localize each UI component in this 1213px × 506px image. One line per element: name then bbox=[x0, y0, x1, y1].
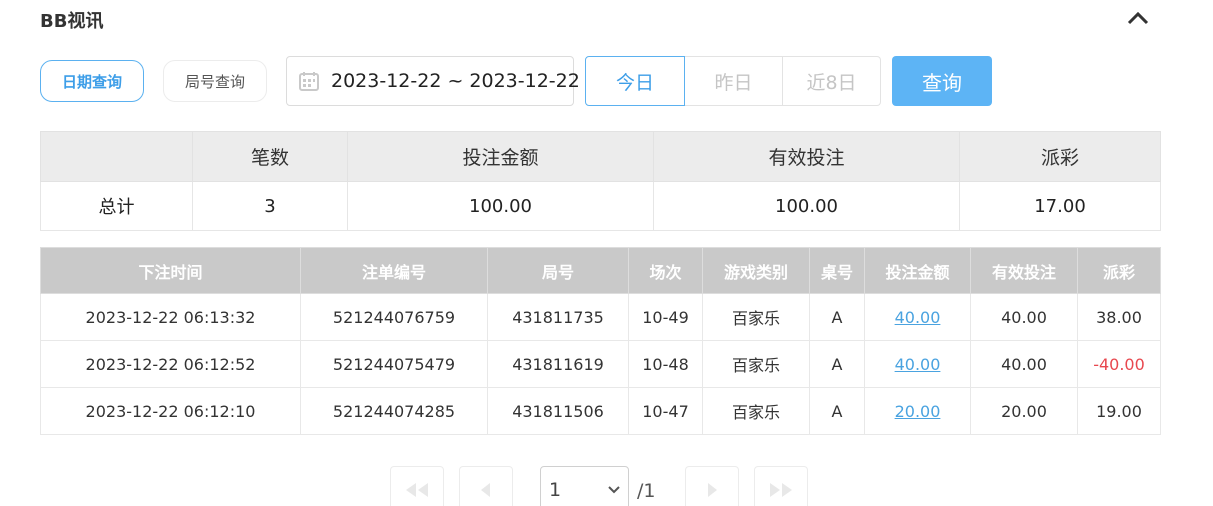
summary-valid: 100.00 bbox=[653, 181, 960, 231]
round-query-tab[interactable]: 局号查询 bbox=[163, 60, 267, 102]
page-select[interactable]: 1 bbox=[540, 466, 629, 506]
summary-header-blank bbox=[40, 131, 193, 182]
date-range-picker[interactable]: 2023-12-22 ~ 2023-12-22 bbox=[286, 56, 580, 106]
double-chevron-right-icon bbox=[770, 483, 792, 497]
chevron-left-icon bbox=[481, 483, 490, 497]
cell-time: 2023-12-22 06:13:32 bbox=[40, 293, 301, 341]
col-header-game: 游戏类别 bbox=[702, 247, 810, 294]
summary-count: 3 bbox=[192, 181, 348, 231]
cell-game: 百家乐 bbox=[702, 387, 810, 435]
last-page-button[interactable] bbox=[754, 466, 808, 506]
date-range-value: 2023-12-22 ~ 2023-12-22 bbox=[331, 70, 580, 92]
page-select-value: 1 bbox=[549, 479, 562, 501]
summary-header-valid: 有效投注 bbox=[653, 131, 960, 182]
chevron-right-icon bbox=[708, 483, 717, 497]
summary-row: 总计 3 100.00 100.00 17.00 bbox=[40, 181, 1161, 231]
quick-yesterday-button[interactable]: 昨日 bbox=[685, 56, 783, 106]
cell-bet-link[interactable]: 20.00 bbox=[864, 387, 971, 435]
cell-valid: 40.00 bbox=[970, 340, 1078, 388]
page-title: BB视讯 bbox=[40, 11, 104, 32]
col-header-time: 下注时间 bbox=[40, 247, 301, 294]
cell-order: 521244075479 bbox=[300, 340, 488, 388]
cell-table: A bbox=[809, 387, 865, 435]
cell-payout: -40.00 bbox=[1077, 340, 1161, 388]
table-row: 2023-12-22 06:12:52 521244075479 4318116… bbox=[40, 340, 1161, 388]
cell-valid: 20.00 bbox=[970, 387, 1078, 435]
summary-label: 总计 bbox=[40, 181, 193, 231]
table-row: 2023-12-22 06:13:32 521244076759 4318117… bbox=[40, 293, 1161, 341]
chevron-down-icon bbox=[608, 486, 620, 494]
chevron-up-icon[interactable] bbox=[1126, 8, 1150, 28]
summary-bet: 100.00 bbox=[347, 181, 654, 231]
cell-session: 10-47 bbox=[628, 387, 703, 435]
double-chevron-left-icon bbox=[406, 483, 428, 497]
col-header-round: 局号 bbox=[487, 247, 629, 294]
cell-valid: 40.00 bbox=[970, 293, 1078, 341]
cell-bet-link[interactable]: 40.00 bbox=[864, 340, 971, 388]
table-row: 2023-12-22 06:12:10 521244074285 4318115… bbox=[40, 387, 1161, 435]
cell-table: A bbox=[809, 293, 865, 341]
next-page-button[interactable] bbox=[685, 466, 739, 506]
summary-header-bet: 投注金额 bbox=[347, 131, 654, 182]
cell-session: 10-48 bbox=[628, 340, 703, 388]
cell-payout: 38.00 bbox=[1077, 293, 1161, 341]
bet-detail-table: 下注时间 注单编号 局号 场次 游戏类别 桌号 投注金额 有效投注 派彩 202… bbox=[40, 247, 1161, 435]
cell-order: 521244076759 bbox=[300, 293, 488, 341]
cell-bet-link[interactable]: 40.00 bbox=[864, 293, 971, 341]
query-button[interactable]: 查询 bbox=[892, 56, 992, 106]
col-header-table: 桌号 bbox=[809, 247, 865, 294]
quick-8days-button[interactable]: 近8日 bbox=[783, 56, 881, 106]
col-header-payout: 派彩 bbox=[1077, 247, 1161, 294]
first-page-button[interactable] bbox=[390, 466, 444, 506]
col-header-valid: 有效投注 bbox=[970, 247, 1078, 294]
calendar-icon bbox=[298, 71, 320, 91]
quick-today-button[interactable]: 今日 bbox=[585, 56, 685, 106]
quick-date-group: 今日 昨日 近8日 bbox=[585, 56, 881, 106]
page-total: /1 bbox=[637, 480, 656, 502]
col-header-session: 场次 bbox=[628, 247, 703, 294]
pagination: 1 /1 bbox=[0, 466, 1213, 506]
summary-table: 笔数 投注金额 有效投注 派彩 总计 3 100.00 100.00 17.00 bbox=[40, 131, 1161, 231]
col-header-order: 注单编号 bbox=[300, 247, 488, 294]
summary-header-count: 笔数 bbox=[192, 131, 348, 182]
cell-game: 百家乐 bbox=[702, 293, 810, 341]
date-query-tab[interactable]: 日期查询 bbox=[40, 60, 144, 102]
summary-header-payout: 派彩 bbox=[959, 131, 1161, 182]
cell-round: 431811619 bbox=[487, 340, 629, 388]
cell-session: 10-49 bbox=[628, 293, 703, 341]
cell-round: 431811506 bbox=[487, 387, 629, 435]
prev-page-button[interactable] bbox=[459, 466, 513, 506]
cell-time: 2023-12-22 06:12:10 bbox=[40, 387, 301, 435]
cell-time: 2023-12-22 06:12:52 bbox=[40, 340, 301, 388]
cell-table: A bbox=[809, 340, 865, 388]
col-header-bet: 投注金额 bbox=[864, 247, 971, 294]
summary-payout: 17.00 bbox=[959, 181, 1161, 231]
cell-round: 431811735 bbox=[487, 293, 629, 341]
cell-game: 百家乐 bbox=[702, 340, 810, 388]
cell-payout: 19.00 bbox=[1077, 387, 1161, 435]
cell-order: 521244074285 bbox=[300, 387, 488, 435]
